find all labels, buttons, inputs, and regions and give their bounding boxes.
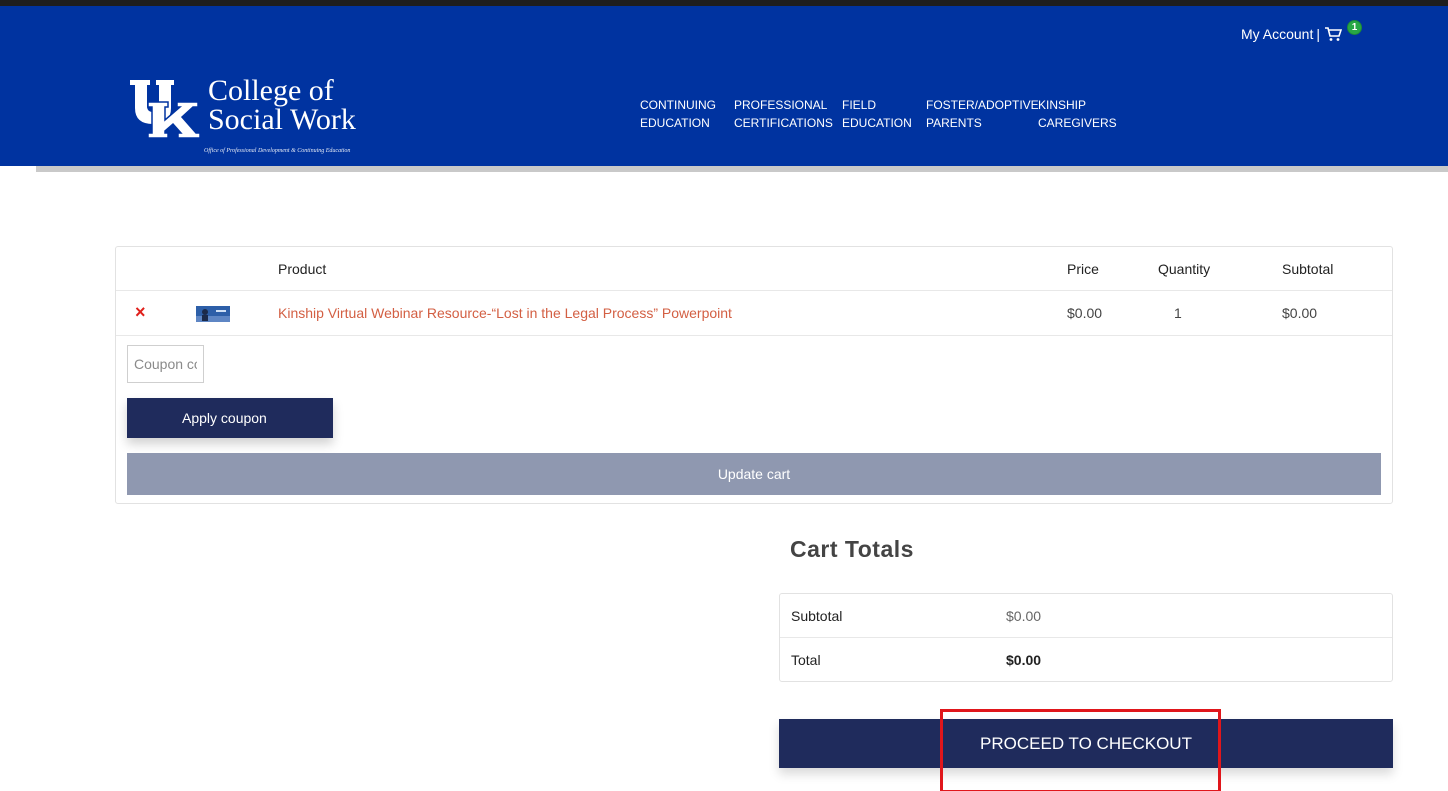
- table-row: × Kinship Virtual Webinar Resource-“Lost…: [116, 291, 1392, 336]
- nav-label-line1: FOSTER/ADOPTIVE: [926, 98, 1039, 112]
- apply-coupon-button[interactable]: Apply coupon: [127, 398, 333, 438]
- cart-icon[interactable]: [1324, 26, 1342, 42]
- remove-item-button[interactable]: ×: [135, 302, 146, 322]
- nav-kinship-caregivers[interactable]: KINSHIP CAREGIVERS: [1038, 96, 1117, 132]
- uk-logo-icon: [130, 80, 201, 139]
- logo-line-2: Social Work: [208, 103, 356, 136]
- col-subtotal: Subtotal: [1282, 261, 1334, 277]
- total-row: Total $0.00: [780, 638, 1392, 682]
- subtotal-row: Subtotal $0.00: [780, 594, 1392, 638]
- nav-field-education[interactable]: FIELD EDUCATION: [842, 96, 918, 132]
- account-separator: |: [1316, 26, 1320, 42]
- update-cart-button[interactable]: Update cart: [127, 453, 1381, 495]
- col-price: Price: [1067, 261, 1099, 277]
- nav-foster-adoptive-parents[interactable]: FOSTER/ADOPTIVE PARENTS: [926, 96, 1039, 132]
- site-header: My Account | 1 College of Social Work Of…: [0, 6, 1448, 166]
- nav-label-line1: PROFESSIONAL: [734, 98, 828, 112]
- nav-label-line1: CONTINUING: [640, 98, 716, 112]
- subtotal-label: Subtotal: [791, 608, 843, 624]
- proceed-to-checkout-button[interactable]: PROCEED TO CHECKOUT: [779, 719, 1393, 768]
- cart-table-header: Product Price Quantity Subtotal: [116, 247, 1392, 291]
- main-nav: CONTINUING EDUCATION PROFESSIONAL CERTIF…: [640, 96, 1129, 132]
- nav-label-line2: CERTIFICATIONS: [734, 116, 833, 130]
- product-link[interactable]: Kinship Virtual Webinar Resource-“Lost i…: [278, 305, 732, 321]
- nav-label-line2: EDUCATION: [640, 116, 710, 130]
- nav-label-line1: FIELD: [842, 98, 877, 112]
- nav-label-line1: KINSHIP: [1038, 98, 1087, 112]
- my-account-link[interactable]: My Account: [1241, 26, 1313, 42]
- nav-label-line2: EDUCATION: [842, 116, 912, 130]
- page: My Account | 1 College of Social Work Of…: [0, 0, 1448, 791]
- subtotal-value: $0.00: [1006, 608, 1042, 624]
- cart-totals-table: Subtotal $0.00 Total $0.00: [779, 593, 1393, 682]
- nav-professional-certifications[interactable]: PROFESSIONAL CERTIFICATIONS: [734, 96, 833, 132]
- account-bar: My Account | 1: [1241, 20, 1362, 42]
- college-logo[interactable]: College of Social Work Office of Profess…: [128, 74, 356, 154]
- coupon-code-input[interactable]: [127, 345, 204, 383]
- cart-totals-title: Cart Totals: [790, 536, 914, 562]
- cart-count-badge: 1: [1347, 20, 1362, 35]
- cart-table: Product Price Quantity Subtotal × Kinshi…: [115, 246, 1393, 504]
- item-quantity[interactable]: 1: [1174, 305, 1182, 321]
- nav-continuing-education[interactable]: CONTINUING EDUCATION: [640, 96, 722, 132]
- nav-label-line2: PARENTS: [926, 116, 982, 130]
- col-product: Product: [278, 261, 327, 277]
- logo-text: College of Social Work: [208, 74, 356, 136]
- item-price: $0.00: [1067, 305, 1103, 321]
- col-quantity: Quantity: [1158, 261, 1211, 277]
- total-value: $0.00: [1006, 652, 1042, 668]
- item-subtotal: $0.00: [1282, 305, 1318, 321]
- nav-label-line2: CAREGIVERS: [1038, 116, 1117, 130]
- logo-tagline: Office of Professional Development & Con…: [204, 148, 351, 154]
- product-thumbnail[interactable]: [196, 306, 230, 322]
- cart-link[interactable]: 1: [1324, 20, 1362, 42]
- total-label: Total: [791, 652, 821, 668]
- logo-line-1: College of: [208, 74, 334, 107]
- header-divider: [36, 166, 1448, 172]
